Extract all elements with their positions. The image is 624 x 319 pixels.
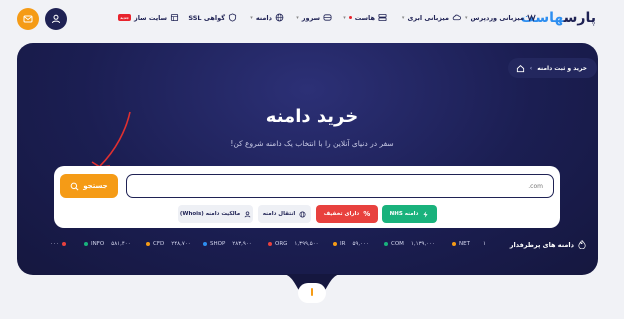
ticker-tld: CFD xyxy=(153,241,165,247)
nav-label: سایت ساز xyxy=(134,13,167,22)
nav-label: گواهی SSL xyxy=(188,13,225,22)
nav-label: میزبانی وردپرس xyxy=(470,13,524,22)
chip-label: دامنه NHS xyxy=(389,211,419,217)
ticker-item[interactable]: NET ۱ xyxy=(452,241,486,247)
nav-item-host[interactable]: هاست ▾ xyxy=(343,13,387,22)
user-icon xyxy=(244,211,251,217)
chevron-down-icon: ▾ xyxy=(465,14,468,21)
nav-item-cloud[interactable]: میزبانی ابری ▾ xyxy=(402,13,461,22)
breadcrumb: خرید و ثبت دامنه › xyxy=(507,58,597,78)
builder-icon xyxy=(170,13,179,22)
status-dot xyxy=(348,16,352,19)
chevron-down-icon: ▾ xyxy=(401,14,405,21)
annotation-arrow xyxy=(91,111,131,168)
logo-main: پارس xyxy=(563,10,596,26)
messages-button[interactable] xyxy=(17,8,39,30)
scroll-indicator-bar xyxy=(311,288,313,296)
ticker-tld: NET xyxy=(459,241,470,247)
ticker-item[interactable]: ۰۰۰ xyxy=(50,241,66,247)
nav-item-wordpress[interactable]: میزبانی وردپرس ▾ xyxy=(465,13,536,22)
ticker-price: ۲۴۸,۷۰۰ xyxy=(171,241,191,247)
chevron-down-icon: ▾ xyxy=(296,14,299,21)
ticker-tld: INFO xyxy=(91,241,105,247)
ticker-dot xyxy=(84,242,88,246)
search-icon xyxy=(70,182,79,190)
ticker-item[interactable]: IR ۵۹,۰۰۰ xyxy=(333,241,369,247)
chevron-left-icon: › xyxy=(529,64,533,72)
ticker-item[interactable]: SHOP ۲۸۳,۹۰۰ xyxy=(203,241,252,247)
server-icon xyxy=(378,13,387,22)
ticker-price: ۱,۳۹۹,۵۰۰ xyxy=(294,241,319,247)
ticker-item[interactable]: COM ۱,۱۳۹,۰۰۰ xyxy=(384,241,435,247)
ticker-dot xyxy=(61,242,66,246)
bolt-icon xyxy=(423,210,428,218)
ticker-dot xyxy=(384,242,388,246)
mail-icon xyxy=(23,15,33,23)
wordpress-icon xyxy=(527,14,536,22)
chip-label: مالکیت دامنه (Whois) xyxy=(179,211,241,217)
ticker-dot xyxy=(333,242,337,246)
ticker-price: ۲۸۳,۹۰۰ xyxy=(232,241,252,247)
ticker-dot xyxy=(452,242,456,246)
ticker-tld: ORG xyxy=(275,241,288,247)
ticker-tld: COM xyxy=(391,241,404,247)
chevron-down-icon: ▾ xyxy=(250,14,253,21)
scroll-indicator[interactable] xyxy=(298,283,326,303)
ticker-item[interactable]: INFO ۵۸۱,۴۰۰ xyxy=(84,241,131,247)
percent-icon: % xyxy=(363,210,371,218)
ticker-price: ۵۹,۰۰۰ xyxy=(352,241,369,247)
top-navigation: پارس هاست میزبانی وردپرس ▾ میزبانی ابری ▾… xyxy=(0,0,624,38)
ticker-price: ۰۰۰ xyxy=(50,241,59,247)
chip-nhs-domain[interactable]: دامنه NHS xyxy=(382,205,437,223)
chip-label: انتقال دامنه xyxy=(262,211,296,217)
chip-whois[interactable]: مالکیت دامنه (Whois) xyxy=(178,205,253,223)
shield-icon xyxy=(228,13,237,22)
search-button-label: جستجو xyxy=(83,182,108,190)
nav-item-domain[interactable]: دامنه ▾ xyxy=(250,13,284,22)
new-badge: جدید xyxy=(117,14,131,21)
popular-domains-text: دامنه های پرطرفدار xyxy=(509,240,574,249)
ticker-item[interactable]: CFD ۲۴۸,۷۰۰ xyxy=(146,241,191,247)
user-icon xyxy=(52,14,60,24)
ticker-price: ۱ xyxy=(482,241,486,247)
nav-label: میزبانی ابری xyxy=(407,13,449,22)
breadcrumb-current: خرید و ثبت دامنه xyxy=(537,64,587,72)
ticker-tld: SHOP xyxy=(210,241,226,247)
chevron-down-icon: ▾ xyxy=(343,14,346,21)
ticker-dot xyxy=(203,242,207,246)
flame-icon xyxy=(578,240,586,249)
ticker-item[interactable]: ORG ۱,۳۹۹,۵۰۰ xyxy=(268,241,319,247)
nav-label: سرور xyxy=(301,13,320,22)
ticker-dot xyxy=(146,242,150,246)
nav-item-builder[interactable]: سایت ساز جدید xyxy=(117,13,179,22)
nav-label: هاست xyxy=(354,13,375,22)
account-button[interactable] xyxy=(45,8,67,30)
globe-icon xyxy=(275,13,284,22)
cloud-icon xyxy=(452,14,461,21)
ticker-price: ۱,۱۳۹,۰۰۰ xyxy=(410,241,436,247)
popular-domains-label: دامنه های پرطرفدار xyxy=(510,240,586,249)
chip-discounted[interactable]: % دارای تخفیف xyxy=(316,205,378,223)
search-button[interactable]: جستجو xyxy=(60,174,118,198)
ticker-dot xyxy=(268,242,272,246)
home-icon[interactable] xyxy=(516,64,525,73)
server-rack-icon xyxy=(323,14,332,21)
chip-domain-transfer[interactable]: انتقال دامنه xyxy=(258,205,311,223)
nav-label: دامنه xyxy=(255,13,272,22)
nav-item-server[interactable]: سرور ▾ xyxy=(296,13,332,22)
globe-icon xyxy=(299,210,306,218)
ticker-tld: IR xyxy=(340,241,346,247)
domain-search-input[interactable] xyxy=(126,174,554,198)
ticker-price: ۵۸۱,۴۰۰ xyxy=(111,241,131,247)
nav-item-ssl[interactable]: گواهی SSL xyxy=(188,13,237,22)
chip-label: دارای تخفیف xyxy=(323,211,360,217)
